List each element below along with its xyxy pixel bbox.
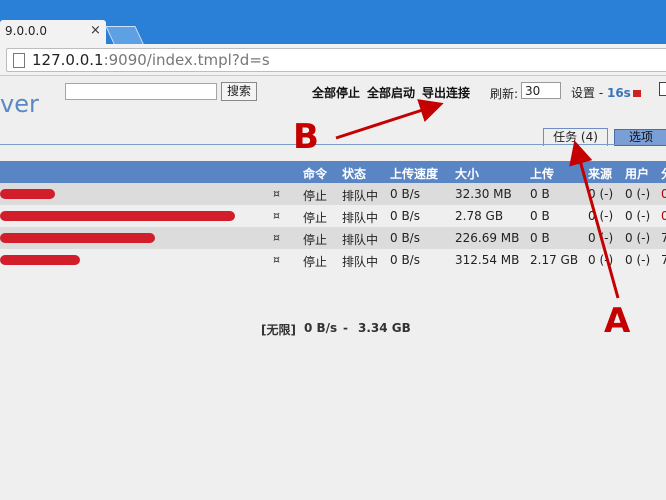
column-header[interactable]: 用户 [625,165,649,182]
brand-logo-text: ver [0,90,39,118]
table-row[interactable]: ¤ 停止 排队中 0 B/s 32.30 MB 0 B 0 (-) 0 (-) … [0,183,666,205]
row-marker: ¤ [273,231,280,244]
share-cell: 0 [661,209,666,223]
search-input[interactable] [65,83,217,100]
annotation-b: B [293,117,319,157]
table-row[interactable]: ¤ 停止 排队中 0 B/s 2.78 GB 0 B 0 (-) 0 (-) 0 [0,205,666,227]
settings-icon [632,90,641,97]
source-cell: 0 (-) [588,253,614,267]
size-cell: 2.78 GB [455,209,504,223]
users-cell: 0 (-) [625,209,651,223]
export-links-link[interactable]: 导出连接 [422,84,470,101]
uploaded-cell: 0 B [530,231,550,245]
new-tab-button[interactable] [105,26,145,46]
uploaded-cell: 0 B [530,187,550,201]
redacted-filename [0,211,235,221]
size-cell: 312.54 MB [455,253,520,267]
speed-cell: 0 B/s [390,231,420,245]
redacted-filename [0,255,80,265]
column-header[interactable]: 大小 [455,165,479,182]
speed-cell: 0 B/s [390,187,420,201]
share-cell: 0 [661,187,666,201]
start-all-link[interactable]: 全部启动 [367,84,415,101]
summary-dash: - [343,321,348,335]
option-checkbox[interactable] [659,82,666,96]
column-header[interactable]: 来源 [588,165,612,182]
uploaded-cell: 0 B [530,209,550,223]
source-cell: 0 (-) [588,231,614,245]
row-marker: ¤ [273,187,280,200]
stop-button[interactable]: 停止 [303,187,327,204]
url-input[interactable]: 127.0.0.1:9090/index.tmpl?d=s [6,48,666,72]
column-header[interactable]: 上传速度 [390,165,438,182]
browser-tab-bar: 9.0.0.0 × [0,0,666,46]
row-marker: ¤ [273,253,280,266]
status-cell: 排队中 [342,233,379,247]
browser-tab-title: 9.0.0.0 [5,24,47,38]
column-header[interactable]: 状态 [342,165,366,182]
speed-cell: 0 B/s [390,253,420,267]
table-row[interactable]: ¤ 停止 排队中 0 B/s 312.54 MB 2.17 GB 0 (-) 0… [0,249,666,271]
close-icon[interactable]: × [90,23,101,38]
search-button[interactable]: 搜索 [221,82,257,101]
table-header: 命令 状态 上传速度 大小 上传 来源 用户 分 [0,161,666,183]
users-cell: 0 (-) [625,253,651,267]
stop-all-link[interactable]: 全部停止 [312,84,360,101]
size-cell: 226.69 MB [455,231,520,245]
table-row[interactable]: ¤ 停止 排队中 0 B/s 226.69 MB 0 B 0 (-) 0 (-)… [0,227,666,249]
settings-link[interactable]: 设置 - 16s [571,84,641,101]
source-cell: 0 (-) [588,187,614,201]
users-cell: 0 (-) [625,231,651,245]
uploaded-cell: 2.17 GB [530,253,579,267]
source-cell: 0 (-) [588,209,614,223]
status-cell: 排队中 [342,189,379,203]
tab-divider [0,144,666,145]
refresh-interval-input[interactable]: 30 [521,82,561,99]
browser-tab[interactable]: 9.0.0.0 × [0,20,106,44]
settings-value: 16s [606,86,631,100]
settings-separator: - [595,86,607,100]
stop-button[interactable]: 停止 [303,209,327,226]
page-icon [13,53,25,68]
share-cell: 7 [661,253,666,267]
summary-total: 3.34 GB [358,321,411,335]
settings-label: 设置 [571,86,596,100]
summary-speed: 0 B/s [304,321,338,335]
row-marker: ¤ [273,209,280,222]
status-cell: 排队中 [342,211,379,225]
stop-button[interactable]: 停止 [303,253,327,270]
column-header[interactable]: 命令 [303,165,327,182]
stop-button[interactable]: 停止 [303,231,327,248]
web-page: ver 搜索 全部停止 全部启动 导出连接 刷新: 30 设置 - 16s 任务… [0,76,666,500]
redacted-filename [0,233,155,243]
url-host: 127.0.0.1 [32,51,104,69]
status-cell: 排队中 [342,255,379,269]
refresh-label: 刷新: [490,87,519,101]
address-bar: 127.0.0.1:9090/index.tmpl?d=s [0,44,666,76]
url-path: :9090/index.tmpl?d=s [103,51,270,69]
summary-limit: [无限] [261,323,296,337]
users-cell: 0 (-) [625,187,651,201]
share-cell: 7 [661,231,666,245]
url-text: 127.0.0.1:9090/index.tmpl?d=s [32,51,270,69]
speed-cell: 0 B/s [390,209,420,223]
size-cell: 32.30 MB [455,187,512,201]
redacted-filename [0,189,55,199]
annotation-a: A [604,301,631,341]
column-header[interactable]: 分 [661,165,666,182]
column-header[interactable]: 上传 [530,165,554,182]
